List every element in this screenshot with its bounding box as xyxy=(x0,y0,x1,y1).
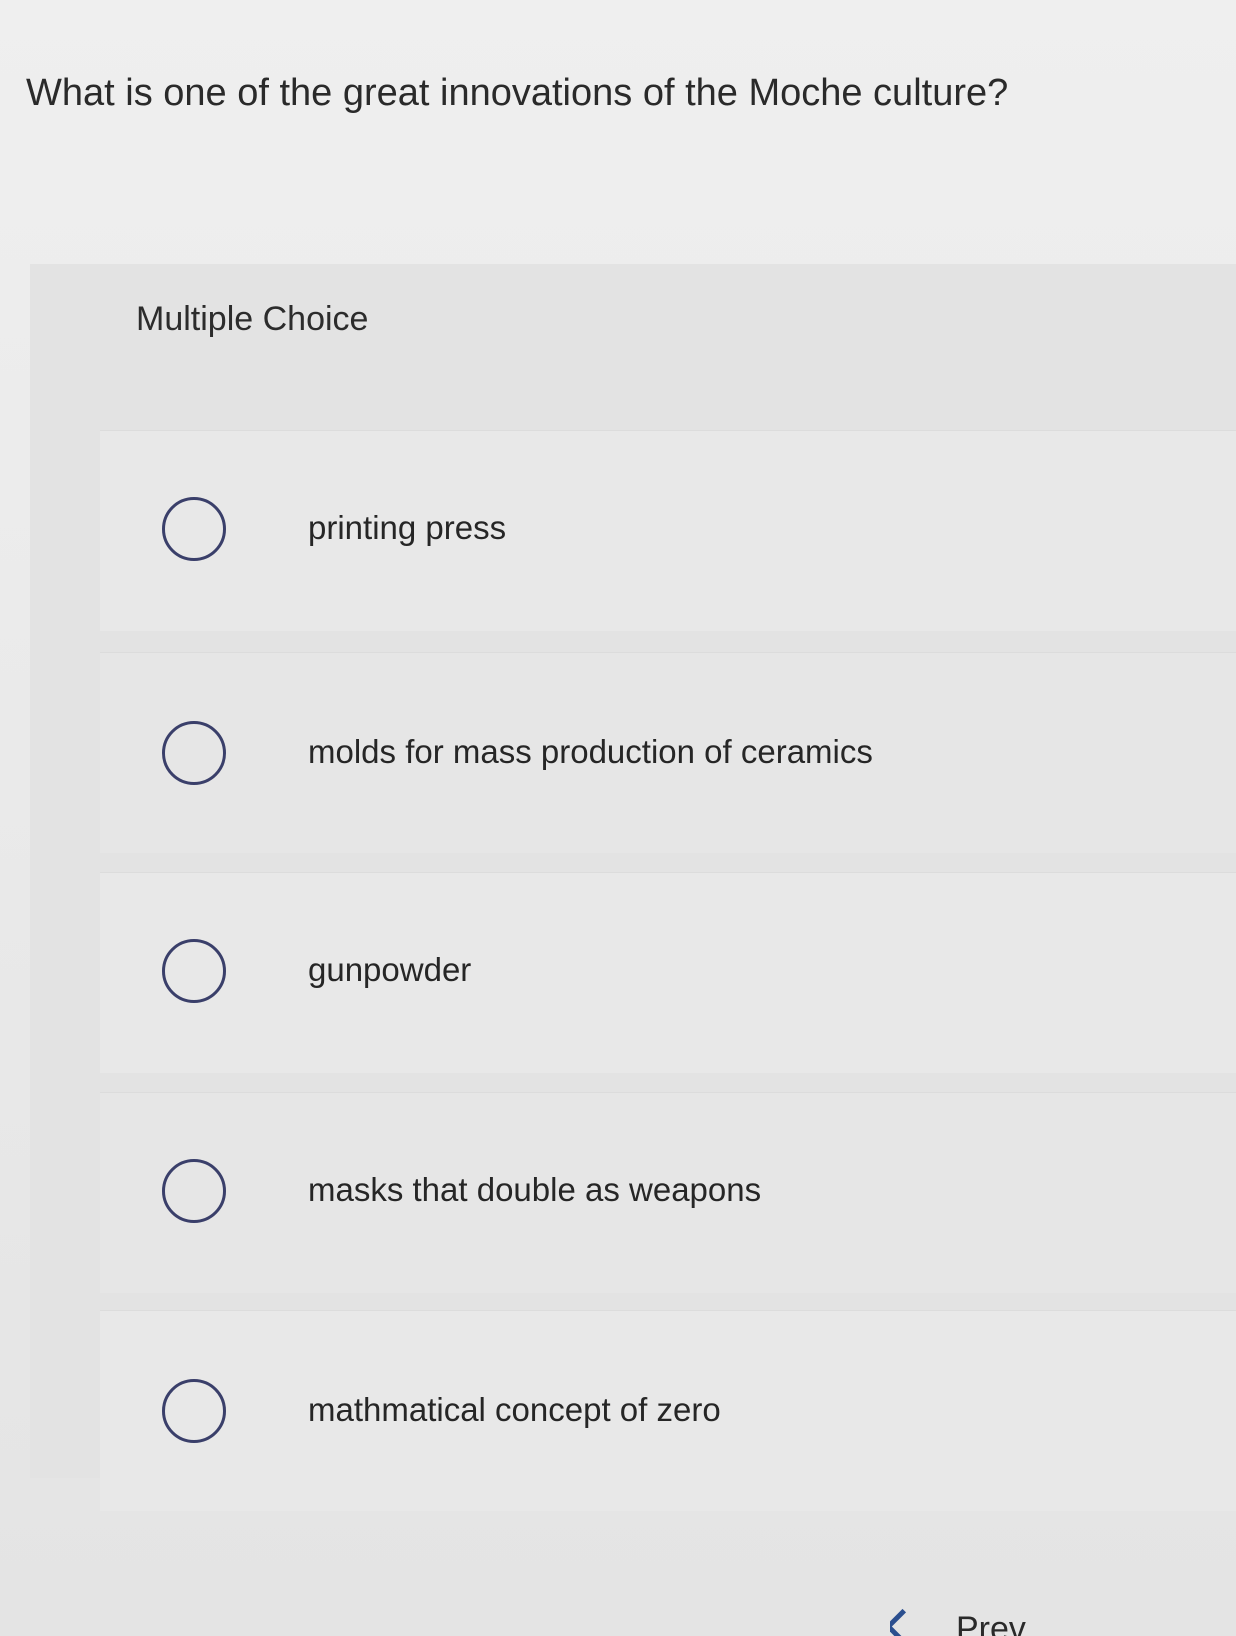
option-label: molds for mass production of ceramics xyxy=(308,733,873,770)
chevron-left-icon xyxy=(890,1608,921,1636)
radio-unselected-icon[interactable] xyxy=(162,721,226,785)
option-printing-press[interactable]: printing press xyxy=(100,430,1236,631)
question-type-label: Multiple Choice xyxy=(136,300,369,338)
option-label: printing press xyxy=(308,509,507,546)
option-concept-zero[interactable]: mathmatical concept of zero xyxy=(100,1310,1236,1511)
radio-unselected-icon[interactable] xyxy=(162,939,226,1003)
option-label: gunpowder xyxy=(308,951,472,988)
option-gunpowder[interactable]: gunpowder xyxy=(100,872,1236,1073)
option-label: masks that double as weapons xyxy=(308,1171,762,1208)
radio-unselected-icon[interactable] xyxy=(162,1379,226,1443)
option-masks-weapons[interactable]: masks that double as weapons xyxy=(100,1092,1236,1293)
option-label: mathmatical concept of zero xyxy=(308,1391,721,1428)
radio-unselected-icon[interactable] xyxy=(162,497,226,561)
question-text: What is one of the great innovations of … xyxy=(26,72,1009,114)
prev-label: Prev xyxy=(956,1610,1026,1636)
prev-button[interactable]: Prev xyxy=(890,1608,1110,1636)
radio-unselected-icon[interactable] xyxy=(162,1159,226,1223)
quiz-page: What is one of the great innovations of … xyxy=(0,0,1236,1636)
option-ceramic-molds[interactable]: molds for mass production of ceramics xyxy=(100,652,1236,853)
